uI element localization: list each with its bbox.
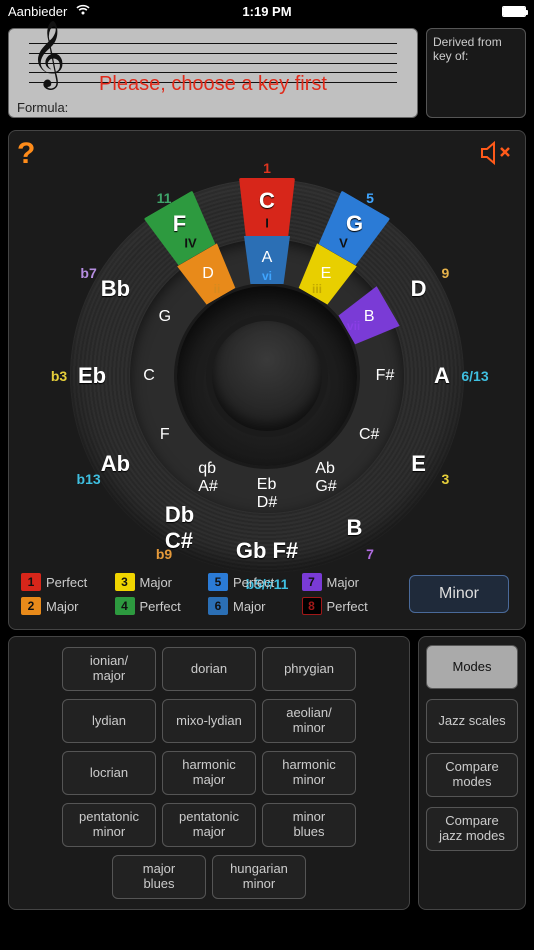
mid-note-4[interactable]: C#: [359, 426, 379, 444]
minor-button-label: Minor: [439, 585, 479, 603]
outer-interval-b3[interactable]: b3: [51, 368, 67, 384]
staff-panel: 𝄞 Please, choose a key first Formula:: [8, 28, 418, 118]
mid-roman-vi[interactable]: vi: [262, 269, 272, 283]
mid-note-10[interactable]: G: [159, 308, 171, 326]
outer-note-F[interactable]: F: [173, 211, 186, 237]
outer-interval-7[interactable]: 7: [366, 546, 374, 562]
outer-interval-11[interactable]: 11: [157, 190, 172, 206]
outer-note-GbF#[interactable]: Gb F#: [236, 538, 298, 564]
derived-key-panel: Derived from key of:: [426, 28, 526, 118]
mode-harmonic-minor[interactable]: harmonicminor: [262, 751, 356, 795]
help-icon[interactable]: ?: [17, 137, 35, 171]
mode-locrian[interactable]: locrian: [62, 751, 156, 795]
outer-note-D[interactable]: D: [411, 276, 427, 302]
outer-note-E[interactable]: E: [411, 451, 426, 477]
mode-ionian--major[interactable]: ionian/major: [62, 647, 156, 691]
legend-item-7: 7Major: [302, 573, 386, 591]
outer-note-C[interactable]: C: [259, 188, 275, 214]
mode-aeolian--minor[interactable]: aeolian/minor: [262, 699, 356, 743]
mid-note-7[interactable]: qɓA#: [198, 460, 218, 496]
mid-note-3[interactable]: F#: [376, 367, 395, 385]
mode-pentatonic-major[interactable]: pentatonicmajor: [162, 803, 256, 847]
mode-harmonic-major[interactable]: harmonicmajor: [162, 751, 256, 795]
mid-note-11[interactable]: D: [202, 265, 214, 283]
mode-dorian[interactable]: dorian: [162, 647, 256, 691]
outer-interval-b13[interactable]: b13: [77, 471, 101, 487]
category-jazz-scales[interactable]: Jazz scales: [426, 699, 518, 743]
legend-item-1: 1Perfect: [21, 573, 105, 591]
outer-note-Ab[interactable]: Ab: [101, 451, 130, 477]
mode-pentatonic-minor[interactable]: pentatonicminor: [62, 803, 156, 847]
outer-interval-b9[interactable]: b9: [156, 546, 172, 562]
mid-note-1[interactable]: E: [321, 265, 332, 283]
roman-IV[interactable]: IV: [184, 236, 196, 251]
mid-roman-vii[interactable]: vii: [347, 319, 360, 333]
roman-V[interactable]: V: [339, 236, 348, 251]
mid-roman-iii[interactable]: iii: [312, 282, 322, 296]
outer-interval-5[interactable]: 5: [366, 190, 374, 206]
status-time: 1:19 PM: [242, 4, 291, 19]
outer-note-B[interactable]: B: [347, 515, 363, 541]
legend-item-5: 5Perfect: [208, 573, 292, 591]
outer-note-Eb[interactable]: Eb: [78, 363, 106, 389]
carrier: Aanbieder: [8, 4, 67, 19]
legend-item-8: 8Perfect: [302, 597, 386, 615]
mode-hungarian-minor[interactable]: hungarianminor: [212, 855, 306, 899]
mid-note-8[interactable]: F: [160, 426, 170, 444]
formula-label: Formula:: [17, 100, 409, 115]
staff-message: Please, choose a key first: [17, 73, 409, 96]
derived-label: Derived from key of:: [433, 35, 502, 63]
mode-lydian[interactable]: lydian: [62, 699, 156, 743]
mute-icon[interactable]: [479, 139, 513, 167]
outer-note-G[interactable]: G: [346, 211, 363, 237]
mode-major-blues[interactable]: majorblues: [112, 855, 206, 899]
category-compare-jazz-modes[interactable]: Comparejazz modes: [426, 807, 518, 851]
legend-item-4: 4Perfect: [115, 597, 199, 615]
mid-note-2[interactable]: B: [364, 308, 375, 326]
category-modes[interactable]: Modes: [426, 645, 518, 689]
legend-item-6: 6Major: [208, 597, 292, 615]
roman-I[interactable]: I: [265, 216, 269, 231]
outer-interval-9[interactable]: 9: [441, 265, 449, 281]
mode-minor-blues[interactable]: minorblues: [262, 803, 356, 847]
circle-of-fifths[interactable]: C1G5D9A6/13E3B7Gb F#b5/#11 DbC#b9Abb13Eb…: [52, 161, 482, 591]
mode-phrygian[interactable]: phrygian: [262, 647, 356, 691]
category-panel: Modes Jazz scales Comparemodes Comparejazz …: [418, 636, 526, 910]
outer-interval-6/13[interactable]: 6/13: [461, 368, 488, 384]
mid-note-9[interactable]: C: [143, 367, 155, 385]
mid-note-5[interactable]: AbG#: [315, 460, 336, 496]
outer-note-A[interactable]: A: [434, 363, 450, 389]
mid-note-0[interactable]: A: [262, 249, 273, 267]
interval-legend: 1Perfect 3Major 5Perfect 7Major 2Major 4Perfe…: [21, 573, 385, 615]
mid-note-6[interactable]: EbD#: [257, 476, 277, 512]
wifi-icon: [75, 4, 91, 19]
battery-icon: [502, 6, 526, 17]
outer-note-Bb[interactable]: Bb: [101, 276, 130, 302]
legend-item-2: 2Major: [21, 597, 105, 615]
outer-interval-3[interactable]: 3: [441, 471, 449, 487]
circle-panel: ? C1G5D9A6/13E3B7Gb F#b5/#11 DbC#b9Abb13…: [8, 130, 526, 630]
modes-panel: ionian/majordorianphrygian lydianmixo-lyd…: [8, 636, 410, 910]
outer-interval-1[interactable]: 1: [263, 160, 271, 176]
category-compare-modes[interactable]: Comparemodes: [426, 753, 518, 797]
mid-roman-ii[interactable]: ii: [214, 282, 221, 296]
mode-mixo-lydian[interactable]: mixo-lydian: [162, 699, 256, 743]
outer-interval-b7[interactable]: b7: [80, 265, 96, 281]
minor-toggle-button[interactable]: Minor: [409, 575, 509, 613]
legend-item-3: 3Major: [115, 573, 199, 591]
status-bar: Aanbieder 1:19 PM: [0, 0, 534, 22]
